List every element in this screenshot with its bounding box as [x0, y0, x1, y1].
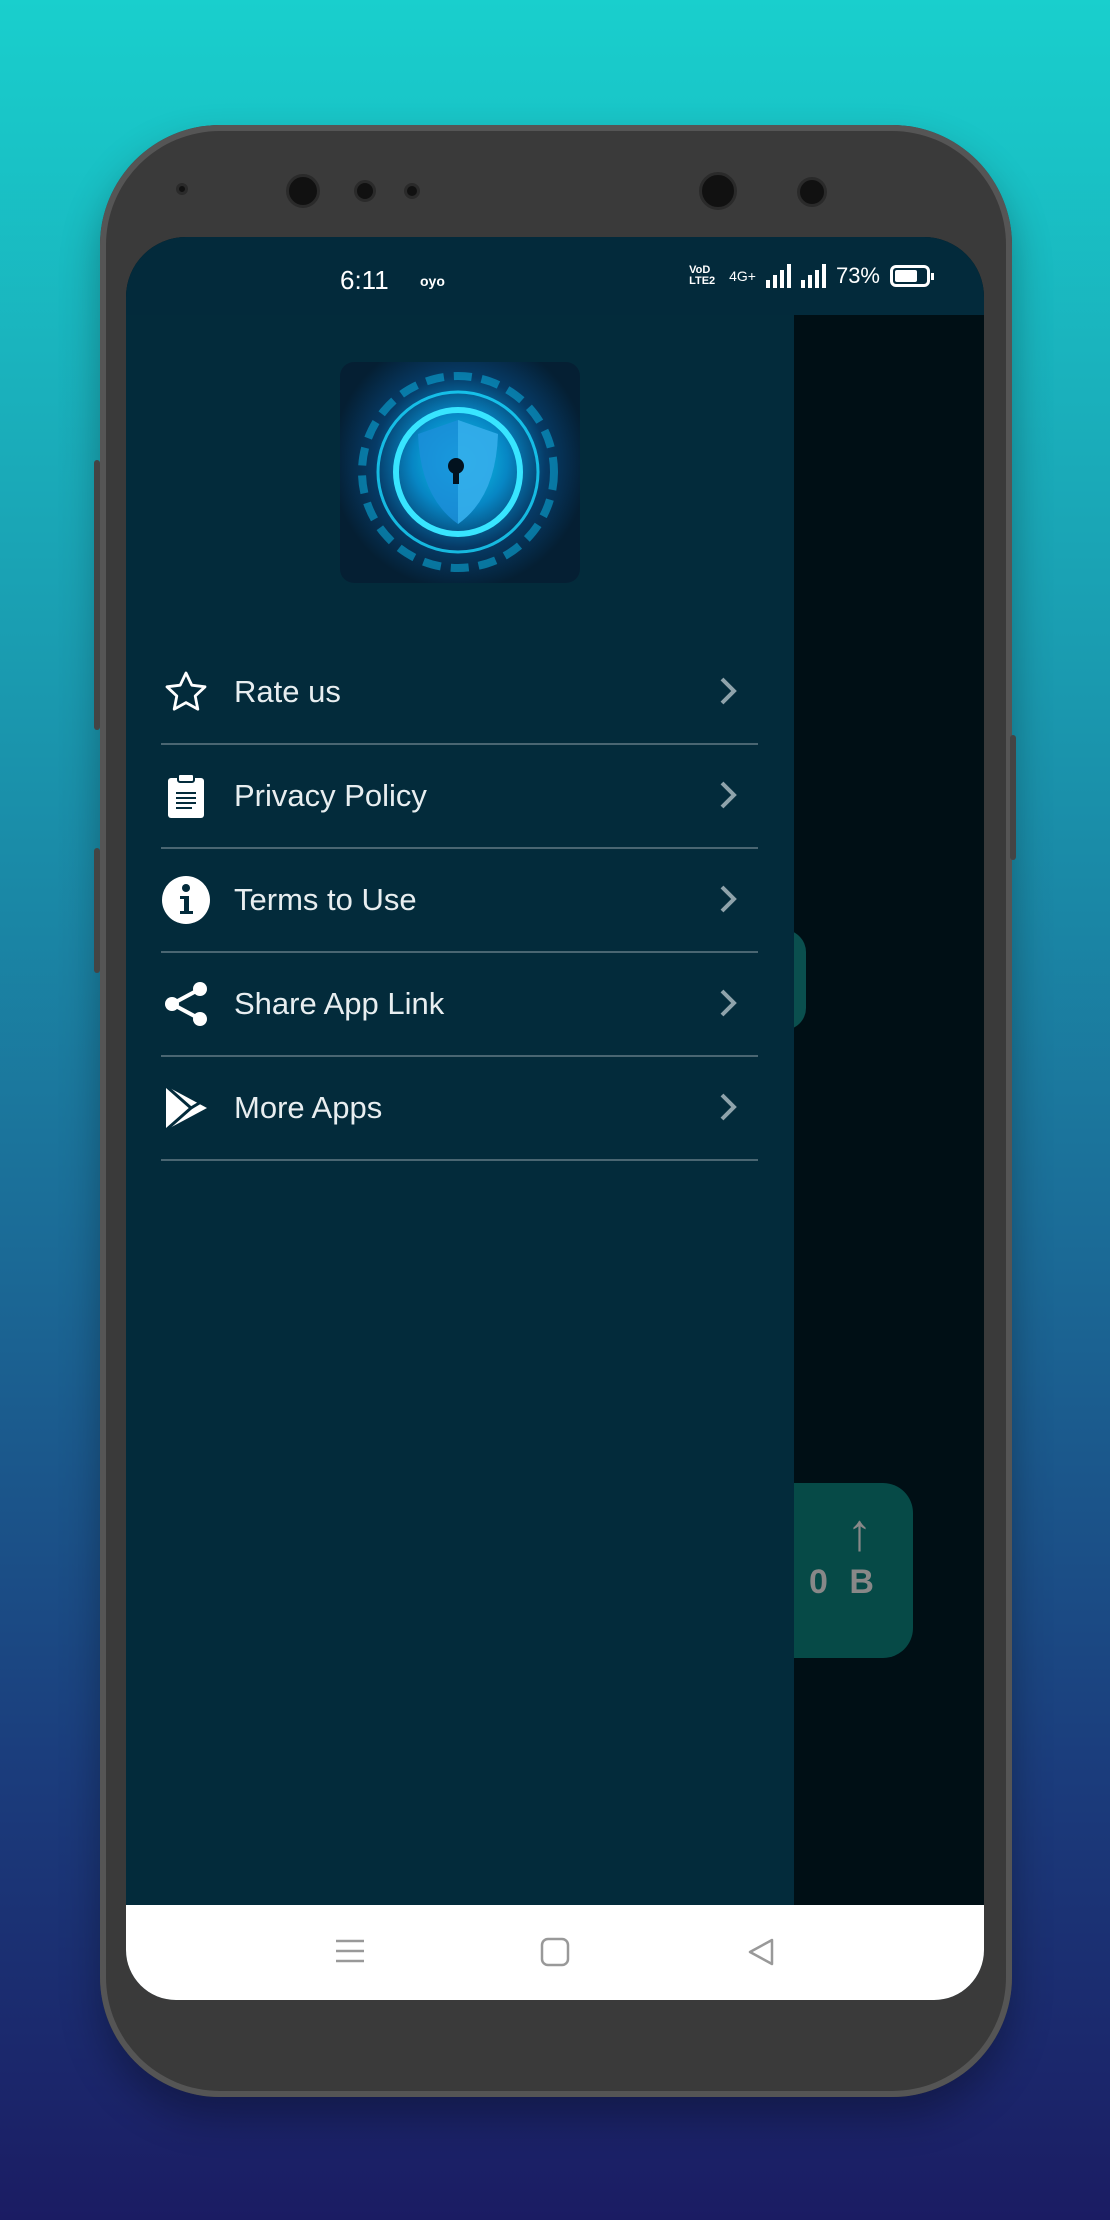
chevron-right-icon	[718, 987, 738, 1024]
power-button	[1010, 735, 1016, 860]
chevron-right-icon	[718, 1091, 738, 1128]
chevron-right-icon	[718, 779, 738, 816]
menu-item-label: Rate us	[234, 674, 341, 709]
battery-icon	[890, 265, 934, 287]
chevron-right-icon	[718, 883, 738, 920]
app-logo	[340, 362, 580, 583]
clipboard-icon	[161, 771, 211, 821]
upload-speed-card: ↑ 0 B	[776, 1483, 913, 1658]
volume-button	[94, 460, 100, 730]
status-bar: 6:11 oyo VoD LTE2 4G+ 73%	[126, 237, 984, 315]
sensor-dot	[176, 183, 188, 195]
home-nav-button[interactable]	[540, 1937, 570, 1972]
screen: ↑ 0 B 6:11 oyo VoD LTE2 4G+ 73% Rate us …	[126, 237, 984, 2000]
menu-item-share[interactable]: Share App Link	[161, 953, 758, 1057]
arrow-up-icon: ↑	[846, 1504, 873, 1562]
upload-speed-value: 0 B	[809, 1563, 880, 1601]
menu-item-rate-us[interactable]: Rate us	[161, 641, 758, 745]
chevron-right-icon	[718, 675, 738, 712]
navigation-drawer: Rate us Privacy Policy Terms to Use Shar…	[126, 315, 794, 1905]
battery-percent: 73%	[835, 263, 880, 288]
menu-nav-button[interactable]	[334, 1937, 366, 1970]
drawer-menu: Rate us Privacy Policy Terms to Use Shar…	[161, 641, 758, 1161]
sensor	[354, 180, 376, 202]
front-camera-2	[699, 172, 737, 210]
star-icon	[161, 667, 211, 717]
front-camera	[286, 174, 320, 208]
back-nav-button[interactable]	[746, 1937, 776, 1972]
volte-icon: VoD LTE2	[689, 264, 716, 287]
signal-icon-2	[800, 264, 826, 288]
menu-item-label: Terms to Use	[234, 882, 417, 917]
sensor	[404, 183, 420, 199]
menu-item-privacy-policy[interactable]: Privacy Policy	[161, 745, 758, 849]
sensor	[797, 177, 827, 207]
menu-item-label: More Apps	[234, 1090, 383, 1125]
side-button	[94, 848, 100, 973]
menu-item-terms[interactable]: Terms to Use	[161, 849, 758, 953]
signal-icon	[765, 264, 791, 288]
network-type: 4G+	[729, 268, 756, 284]
play-store-icon	[161, 1083, 211, 1133]
menu-item-label: Privacy Policy	[234, 778, 427, 813]
menu-item-more-apps[interactable]: More Apps	[161, 1057, 758, 1161]
oyo-icon: oyo	[420, 273, 445, 289]
status-time: 6:11	[340, 265, 389, 295]
info-icon	[161, 875, 211, 925]
system-nav-bar	[126, 1905, 984, 2000]
menu-item-label: Share App Link	[234, 986, 445, 1021]
share-icon	[161, 979, 211, 1029]
